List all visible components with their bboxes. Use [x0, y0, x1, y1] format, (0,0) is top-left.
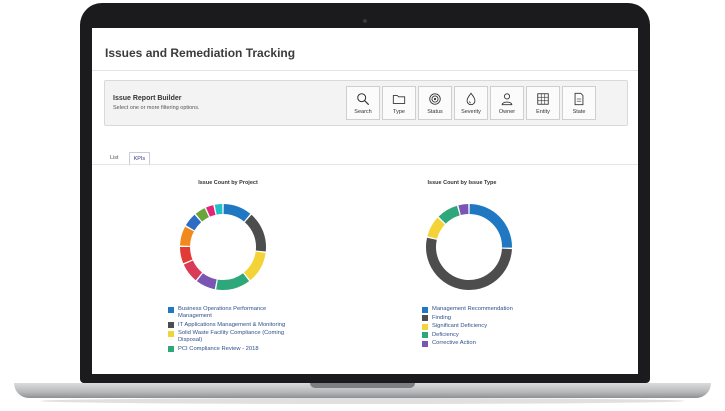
entity-button[interactable]: Entity [526, 86, 560, 120]
legend-item[interactable]: Deficiency [422, 332, 572, 339]
legend-swatch [168, 322, 174, 328]
legend-item[interactable]: PCI Compliance Review - 2018 [168, 346, 298, 353]
legend-label: Business Operations Performance Manageme… [178, 306, 267, 319]
legend-item[interactable]: Finding [422, 315, 572, 322]
legend-swatch [422, 340, 428, 347]
donut-slice-3[interactable] [216, 273, 250, 290]
donut-slice-5[interactable] [183, 260, 203, 281]
state-button-label: State [572, 108, 586, 115]
donut-slice-1[interactable] [426, 237, 512, 290]
legend-item[interactable]: Management Recommendation [422, 306, 572, 313]
donut-slice-4[interactable] [458, 204, 469, 216]
legend-swatch [422, 323, 428, 330]
document-icon [574, 92, 584, 105]
issue-type-chart-title: Issue Count by Issue Type [427, 180, 497, 186]
legend-item[interactable]: Corrective Action [422, 340, 572, 347]
camera [363, 19, 367, 23]
page-title: Issues and Remediation Tracking [105, 46, 296, 60]
donut-slice-1[interactable] [244, 214, 266, 252]
legend-label: Significant Deficiency [432, 323, 488, 329]
severity-button-label: Severity [461, 108, 481, 115]
owner-button[interactable]: Owner [490, 86, 524, 120]
donut-slice-2[interactable] [243, 251, 266, 281]
issue-type-donut-chart [426, 204, 513, 290]
donut-slice-0[interactable] [469, 204, 513, 248]
legend-swatch [168, 306, 174, 313]
drop-icon [466, 92, 476, 105]
legend-swatch [168, 346, 174, 352]
status-button-label: Status [427, 108, 443, 115]
laptop-shadow [40, 398, 685, 404]
donut-slice-2[interactable] [427, 217, 446, 240]
search-icon [357, 92, 370, 105]
type-button-label: Type [393, 108, 405, 115]
legend-swatch [422, 315, 428, 321]
legend-item[interactable]: Solid Waste Facility Compliance (Coming … [168, 330, 298, 344]
person-icon [501, 92, 513, 105]
legend-swatch [422, 306, 428, 313]
legend-item[interactable]: Significant Deficiency [422, 323, 572, 330]
search-button-label: Search [354, 108, 372, 115]
filter-buttons: Search Type Status Severity Owner Entity [346, 86, 596, 120]
donut-slice-8[interactable] [185, 214, 202, 231]
target-icon [429, 92, 441, 105]
project-donut-chart [179, 204, 266, 290]
legend-label: Finding [432, 314, 452, 321]
legend-label: PCI Compliance Review - 2018 [178, 345, 259, 352]
project-chart-title: Issue Count by Project [198, 180, 258, 186]
search-button[interactable]: Search [346, 86, 380, 120]
legend-item[interactable]: IT Applications Management & Monitoring [168, 322, 298, 329]
donut-slice-0[interactable] [223, 204, 251, 222]
tab-divider [92, 164, 638, 165]
owner-button-label: Owner [498, 108, 516, 115]
entity-button-label: Entity [536, 108, 550, 115]
project-legend: Business Operations Performance Manageme… [168, 306, 298, 354]
status-button[interactable]: Status [418, 86, 452, 120]
grid-icon [537, 92, 549, 105]
legend-label: Management Recommendation [432, 306, 513, 312]
legend-item[interactable]: Business Operations Performance Manageme… [168, 306, 298, 320]
divider [92, 70, 638, 71]
severity-button[interactable]: Severity [454, 86, 488, 120]
report-builder-panel: Issue Report Builder Select one or more … [104, 80, 628, 126]
folder-icon [392, 94, 406, 104]
donut-slice-11[interactable] [214, 204, 223, 215]
legend-swatch [422, 332, 428, 338]
app-screen: Issues and Remediation Tracking Issue Re… [92, 28, 638, 374]
legend-label: Solid Waste Facility Compliance (Coming … [178, 330, 285, 343]
donut-slice-9[interactable] [195, 208, 210, 222]
donut-slice-4[interactable] [196, 273, 217, 290]
issue-type-legend: Management Recommendation Finding Signific… [422, 306, 572, 349]
donut-slice-10[interactable] [206, 205, 216, 217]
legend-label: IT Applications Management & Monitoring [178, 321, 286, 328]
legend-swatch [168, 330, 174, 337]
donut-slice-3[interactable] [438, 205, 461, 224]
builder-subtitle: Select one or more filtering options. [113, 105, 200, 111]
builder-title: Issue Report Builder [113, 95, 182, 102]
donut-slice-7[interactable] [180, 226, 195, 247]
laptop-notch [310, 383, 415, 388]
legend-label: Deficiency [432, 331, 459, 338]
donut-slice-6[interactable] [179, 246, 193, 264]
type-button[interactable]: Type [382, 86, 416, 120]
legend-label: Corrective Action [432, 340, 476, 346]
state-button[interactable]: State [562, 86, 596, 120]
